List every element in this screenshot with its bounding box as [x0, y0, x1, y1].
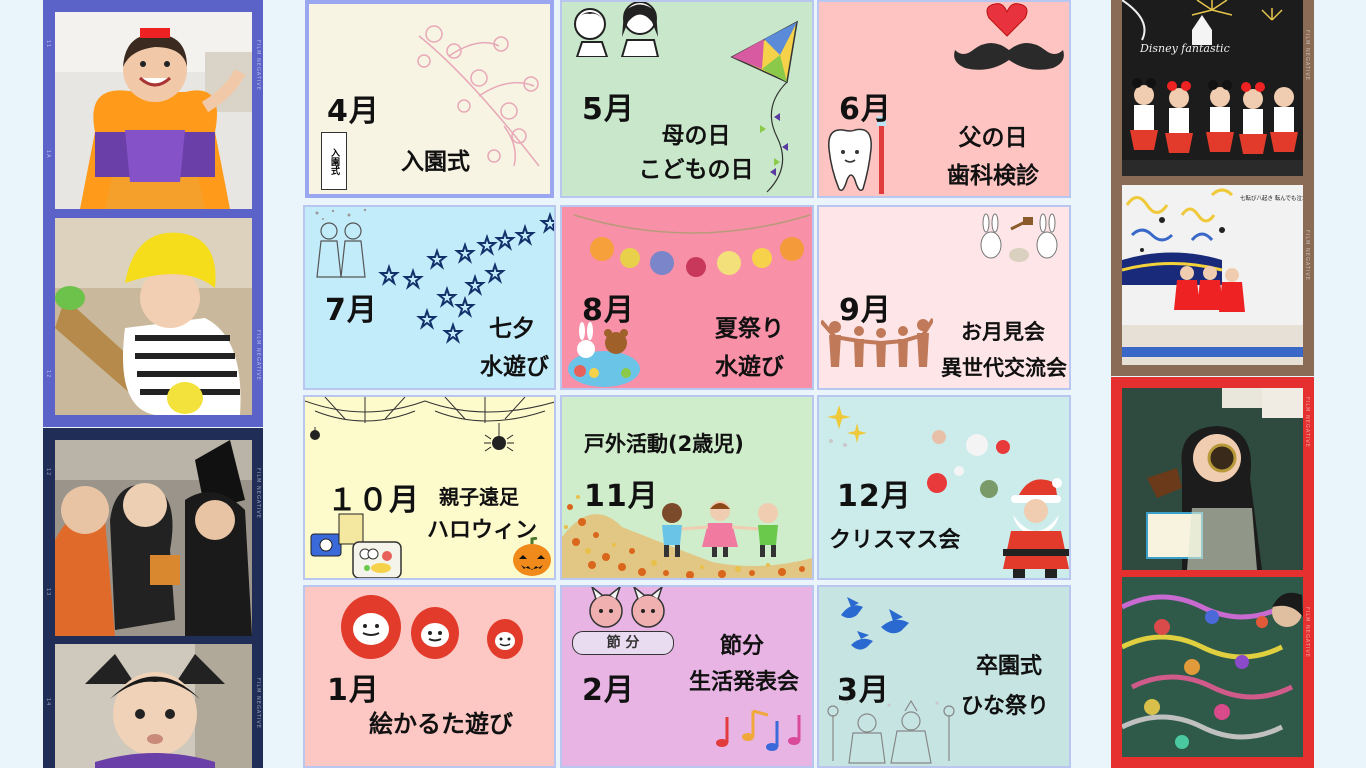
photo-child-yellow-hat[interactable] [55, 218, 252, 415]
month-label: 1月 [327, 673, 380, 708]
film-frame-number: 14 [45, 698, 51, 707]
film-strip-left-bottom: 12 13 14 FILM NEGATIVE FILM NEGATIVE [43, 428, 263, 768]
event-text: 水遊び [480, 354, 549, 380]
photo-daruma-poster[interactable]: 七転び八起き 転んでも泣かない ダルマだもん [1122, 185, 1303, 365]
music-notes-icon [716, 709, 801, 751]
month-label: 9月 [839, 293, 892, 328]
month-cell-july[interactable]: 7月 七夕 水遊び [303, 205, 556, 390]
event-text: 節分 [719, 634, 764, 659]
moon-rabbits-icon [980, 213, 1058, 262]
event-text: 親子遠足 [439, 485, 519, 509]
film-strip-left-top: 11 1A 12 FILM NEGATIVE FILM NEGATIVE [43, 0, 263, 427]
month-cell-december[interactable]: 12月 クリスマス会 [817, 395, 1071, 580]
event-text: 入園式 [401, 149, 470, 175]
event-text: 水遊び [715, 354, 784, 380]
event-text: 母の日 [661, 123, 731, 149]
event-text: 七夕 [489, 316, 535, 342]
festival-lanterns-icon [573, 214, 811, 277]
event-text: ハロウィン [427, 518, 538, 543]
film-label: FILM NEGATIVE [1304, 607, 1310, 658]
month-label: 4月 [327, 94, 380, 129]
entrance-ceremony-sign-icon: 入園式 [321, 132, 347, 190]
film-frame-number: 12 [45, 468, 51, 477]
photo-child-binoculars[interactable] [1122, 388, 1303, 570]
film-frame-number: 11 [45, 40, 51, 49]
event-calendar-grid: 4月 入園式 入園式 5月 母の日 こどもの日 6月 父の日 歯科検診 7月 七… [303, 0, 1071, 768]
film-label: FILM NEGATIVE [255, 330, 261, 381]
blue-birds-icon [841, 597, 909, 650]
mustache-icon [954, 43, 1064, 70]
month-label: 2月 [582, 673, 635, 708]
event-text: 戸外活動(2歳児) [584, 432, 744, 456]
month-cell-october[interactable]: １０月 親子遠足 ハロウィン [303, 395, 556, 580]
month-cell-march[interactable]: 3月 卒園式 ひな祭り [817, 585, 1071, 768]
month-label: 3月 [837, 673, 890, 708]
month-label: 7月 [325, 293, 378, 328]
month-cell-june[interactable]: 6月 父の日 歯科検診 [817, 0, 1071, 198]
photo-stage-performance[interactable]: Disney fantastic [1122, 0, 1303, 176]
month-label: 11月 [584, 479, 659, 514]
film-frame-number: 13 [45, 588, 51, 597]
photo-child-costume[interactable] [55, 12, 252, 209]
month-cell-september[interactable]: 9月 お月見会 異世代交流会 [817, 205, 1071, 390]
month-cell-august[interactable]: 8月 夏祭り 水遊び [560, 205, 814, 390]
month-cell-april[interactable]: 4月 入園式 入園式 [305, 0, 554, 198]
photo-halloween-children[interactable] [55, 440, 252, 636]
event-text: こどもの日 [638, 157, 754, 183]
heart-icon [986, 3, 1028, 37]
month-cell-february[interactable]: 節 分 2月 節分 生活発表会 [560, 585, 814, 768]
oni-demons-icon [589, 587, 665, 628]
mother-child-drawing-icon [574, 2, 660, 57]
month-label: １０月 [327, 483, 420, 518]
event-text: 卒園式 [975, 654, 1042, 679]
film-frame-number: 1A [45, 150, 51, 159]
daruma-dolls-icon [341, 595, 523, 659]
event-text: クリスマス会 [829, 528, 961, 553]
film-label: FILM NEGATIVE [1304, 230, 1310, 281]
film-strip-right-top: Disney fantastic 七転び八起き 転んでも泣かない ダルマだもん [1111, 0, 1314, 376]
santa-claus-icon [1003, 478, 1069, 578]
event-text: 異世代交流会 [941, 356, 1067, 380]
film-frame-number: 12 [45, 370, 51, 379]
month-cell-may[interactable]: 5月 母の日 こどもの日 [560, 0, 814, 198]
event-text: ひな祭り [960, 694, 1049, 719]
event-text: 絵かるた遊び [369, 710, 513, 738]
setsubun-scroll-icon: 節 分 [572, 631, 674, 655]
film-strip-right-bottom: FILM NEGATIVE FILM NEGATIVE [1111, 377, 1314, 768]
film-label: FILM NEGATIVE [255, 678, 261, 729]
orihime-hikoboshi-icon [315, 208, 367, 278]
event-text: お月見会 [961, 320, 1045, 344]
event-text: 夏祭り [715, 316, 784, 342]
photo-tinsel-craft[interactable] [1122, 577, 1303, 757]
event-text: 生活発表会 [688, 670, 799, 695]
film-label: FILM NEGATIVE [1304, 397, 1310, 448]
month-label: 6月 [839, 92, 892, 127]
children-holding-hands-icon [662, 501, 778, 557]
month-cell-november[interactable]: 戸外活動(2歳児) 11月 [560, 395, 814, 580]
poster-text: 七転び八起き 転んでも泣かない ダルマだもん [1240, 194, 1303, 202]
film-label: FILM NEGATIVE [1304, 30, 1310, 81]
film-label: FILM NEGATIVE [255, 40, 261, 91]
month-label: 8月 [582, 293, 635, 328]
month-cell-january[interactable]: 1月 絵かるた遊び [303, 585, 556, 768]
photo-baby-bat-costume[interactable] [55, 644, 252, 768]
event-text: 歯科検診 [947, 163, 1039, 189]
film-label: FILM NEGATIVE [255, 468, 261, 519]
sparkle-stars-icon [827, 405, 867, 447]
event-text: 父の日 [958, 125, 1028, 151]
spider-web-icon [305, 397, 554, 452]
disney-banner-text: Disney fantastic [1139, 42, 1230, 55]
camera-lunchbox-icon [310, 513, 402, 578]
month-label: 12月 [837, 479, 912, 514]
